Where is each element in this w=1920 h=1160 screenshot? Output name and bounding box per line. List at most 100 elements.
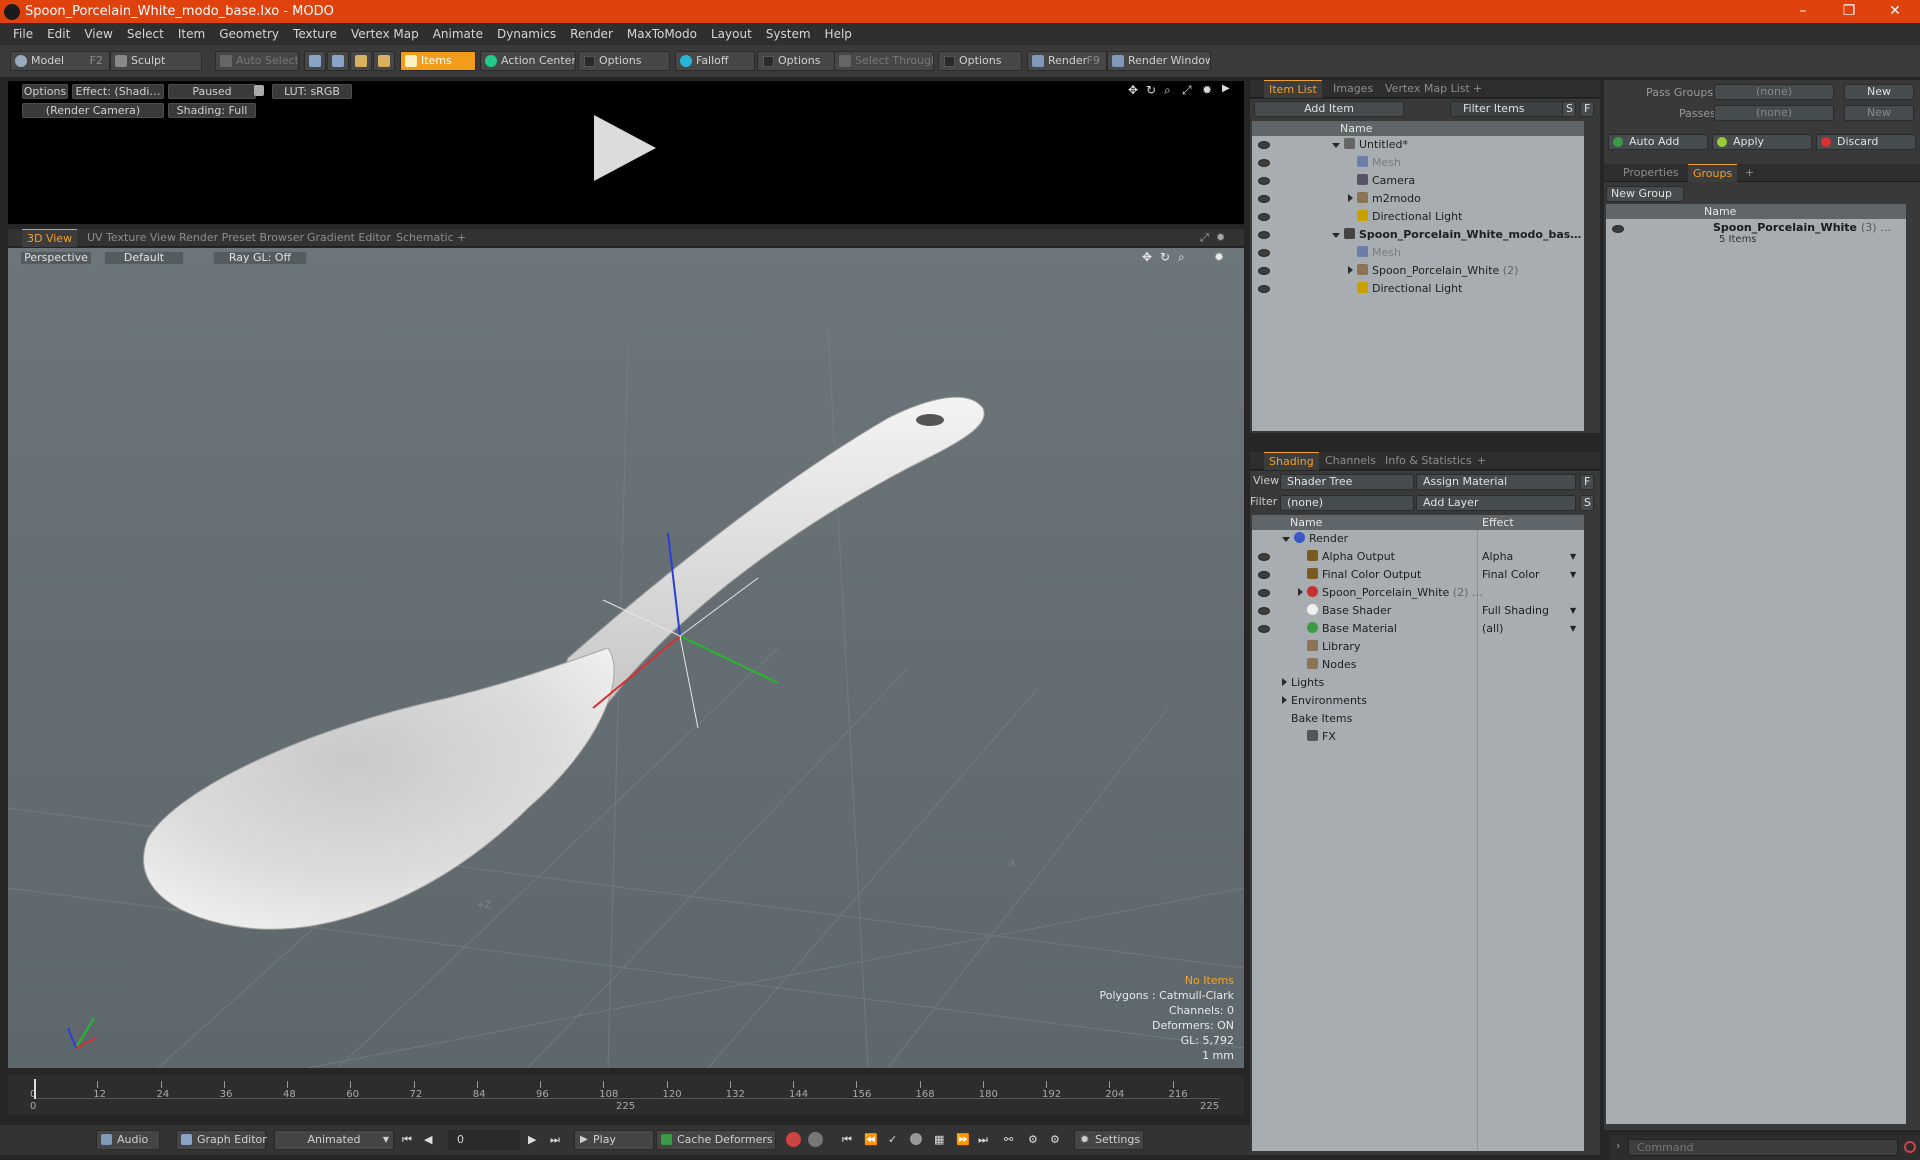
tab-item-list[interactable]: Item List (1264, 80, 1322, 98)
menu-file[interactable]: File (13, 27, 33, 41)
visibility-eye-icon[interactable] (1612, 225, 1624, 233)
polygons-mode-button[interactable] (350, 51, 372, 71)
tab-add[interactable]: + (452, 229, 471, 247)
shader-row[interactable]: FX (1252, 728, 1584, 746)
shader-row[interactable]: Final Color Output Final Color ▼ (1252, 566, 1584, 584)
group-row[interactable]: Spoon_Porcelain_White (3) … 5 Items (1606, 219, 1906, 249)
view-style-dropdown[interactable]: Default (104, 251, 184, 265)
record-icon[interactable] (910, 1133, 922, 1145)
expand-arrow-icon[interactable] (1282, 537, 1290, 542)
prev-key-icon[interactable]: ⏮ (842, 1133, 852, 1147)
paused-button[interactable]: Paused (168, 84, 256, 99)
f-button[interactable]: F (1580, 474, 1594, 490)
menu-render[interactable]: Render (570, 27, 613, 41)
raygl-dropdown[interactable]: Ray GL: Off (213, 251, 307, 265)
add-layer-dropdown[interactable]: Add Layer (1416, 495, 1576, 511)
playhead[interactable] (34, 1079, 36, 1099)
visibility-eye-icon[interactable] (1258, 177, 1270, 185)
shader-row[interactable]: Render (1252, 530, 1584, 548)
effect-value[interactable]: (all) (1482, 620, 1503, 638)
render-window-button[interactable]: Render Window (1107, 51, 1211, 71)
auto-add-button[interactable]: Auto Add (1608, 134, 1708, 150)
expand-arrow-icon[interactable] (1282, 696, 1287, 704)
visibility-eye-icon[interactable] (1258, 285, 1270, 293)
audio-button[interactable]: Audio (96, 1130, 160, 1150)
key-grid-icon[interactable]: ▦ (934, 1133, 944, 1146)
expand-arrow-icon[interactable] (1332, 143, 1340, 148)
shader-row[interactable]: Lights (1252, 674, 1584, 692)
assign-material-dropdown[interactable]: Assign Material (1416, 474, 1576, 490)
select-through-button[interactable]: Select Through (834, 51, 934, 71)
shader-row[interactable]: Bake Items (1252, 710, 1584, 728)
item-row[interactable]: Mesh (1252, 154, 1584, 172)
frame-input[interactable]: 0 (448, 1130, 520, 1150)
visibility-eye-icon[interactable] (1258, 571, 1270, 579)
f-button[interactable]: F (1580, 101, 1594, 117)
add-item-dropdown[interactable]: Add Item (1254, 101, 1404, 117)
menu-texture[interactable]: Texture (293, 27, 337, 41)
items-mode-button[interactable]: Items (400, 51, 476, 71)
menu-help[interactable]: Help (825, 27, 852, 41)
zoom-icon[interactable]: ⌕ (1164, 83, 1171, 98)
minimize-button[interactable]: – (1780, 0, 1826, 23)
tab-add[interactable]: + (1740, 164, 1759, 182)
render-button[interactable]: Render F9 (1027, 51, 1107, 71)
tab-groups[interactable]: Groups (1688, 164, 1738, 182)
tab-properties[interactable]: Properties (1618, 164, 1684, 182)
materials-mode-button[interactable] (373, 51, 395, 71)
shader-row[interactable]: Nodes (1252, 656, 1584, 674)
item-row[interactable]: Directional Light (1252, 208, 1584, 226)
item-row[interactable]: m2modo (1252, 190, 1584, 208)
auto-key-icon[interactable] (786, 1132, 801, 1147)
first-frame-icon[interactable]: ⏮ (402, 1133, 412, 1147)
visibility-eye-icon[interactable] (1258, 607, 1270, 615)
tab-add[interactable]: + (1468, 80, 1487, 98)
sculpt-mode-button[interactable]: Sculpt (110, 51, 202, 71)
projection-dropdown[interactable]: Perspective (20, 251, 92, 265)
chevron-down-icon[interactable]: ▼ (1570, 548, 1576, 566)
expand-arrow-icon[interactable] (1332, 233, 1340, 238)
edges-mode-button[interactable] (327, 51, 349, 71)
menu-dynamics[interactable]: Dynamics (497, 27, 556, 41)
preview-options-button[interactable]: Options (22, 84, 68, 99)
tab-add[interactable]: + (1472, 452, 1491, 470)
visibility-eye-icon[interactable] (1258, 159, 1270, 167)
effect-value[interactable]: Final Color (1482, 566, 1540, 584)
viewport-zoom-icon[interactable]: ⌕ (1178, 250, 1185, 265)
expand-arrow-icon[interactable] (1348, 266, 1353, 274)
falloff-button[interactable]: Falloff (675, 51, 755, 71)
menu-maxtomodo[interactable]: MaxToModo (627, 27, 697, 41)
new-pass-button[interactable]: New (1844, 105, 1914, 121)
item-row[interactable]: Untitled* (1252, 136, 1584, 154)
effect-dropdown[interactable]: Effect: (Shadi… (72, 84, 164, 99)
shader-row[interactable]: Environments (1252, 692, 1584, 710)
item-row[interactable]: Spoon_Porcelain_White_modo_bas… (1252, 226, 1584, 244)
shader-row[interactable]: Alpha Output Alpha ▼ (1252, 548, 1584, 566)
chevron-down-icon[interactable]: ▼ (1570, 620, 1576, 638)
play-preview-icon[interactable] (594, 115, 656, 181)
maximize-viewport-icon[interactable]: ⤢ (1200, 231, 1209, 245)
visibility-eye-icon[interactable] (1258, 249, 1270, 257)
next-key-icon[interactable]: ⏩ (956, 1133, 970, 1146)
last-frame-icon[interactable]: ⏭ (550, 1133, 560, 1147)
tab-channels[interactable]: Channels (1320, 452, 1381, 470)
passes-dropdown[interactable]: (none) (1714, 105, 1834, 121)
expand-arrow-icon[interactable] (1298, 588, 1303, 596)
action-center-options-button[interactable]: Options (578, 51, 670, 71)
item-row[interactable]: Camera (1252, 172, 1584, 190)
lock-icon[interactable] (254, 85, 264, 96)
expand-arrow-icon[interactable] (1282, 678, 1287, 686)
visibility-eye-icon[interactable] (1258, 553, 1270, 561)
visibility-eye-icon[interactable] (1258, 625, 1270, 633)
menu-vertex-map[interactable]: Vertex Map (351, 27, 419, 41)
fit-icon[interactable]: ⤢ (1182, 83, 1192, 98)
menu-edit[interactable]: Edit (47, 27, 70, 41)
tab-shading[interactable]: Shading (1264, 452, 1319, 470)
tab-info-statistics[interactable]: Info & Statistics (1380, 452, 1477, 470)
menu-animate[interactable]: Animate (433, 27, 483, 41)
timeline[interactable]: 0 12 24 36 48 60 72 84 96 108 120 132 144 156 168 180 19… (8, 1075, 1244, 1115)
link-icon[interactable]: ⚯ (1004, 1133, 1013, 1146)
viewport-rotate-icon[interactable]: ↻ (1160, 250, 1170, 264)
vertices-mode-button[interactable] (304, 51, 326, 71)
expand-arrow-icon[interactable] (1348, 194, 1353, 202)
